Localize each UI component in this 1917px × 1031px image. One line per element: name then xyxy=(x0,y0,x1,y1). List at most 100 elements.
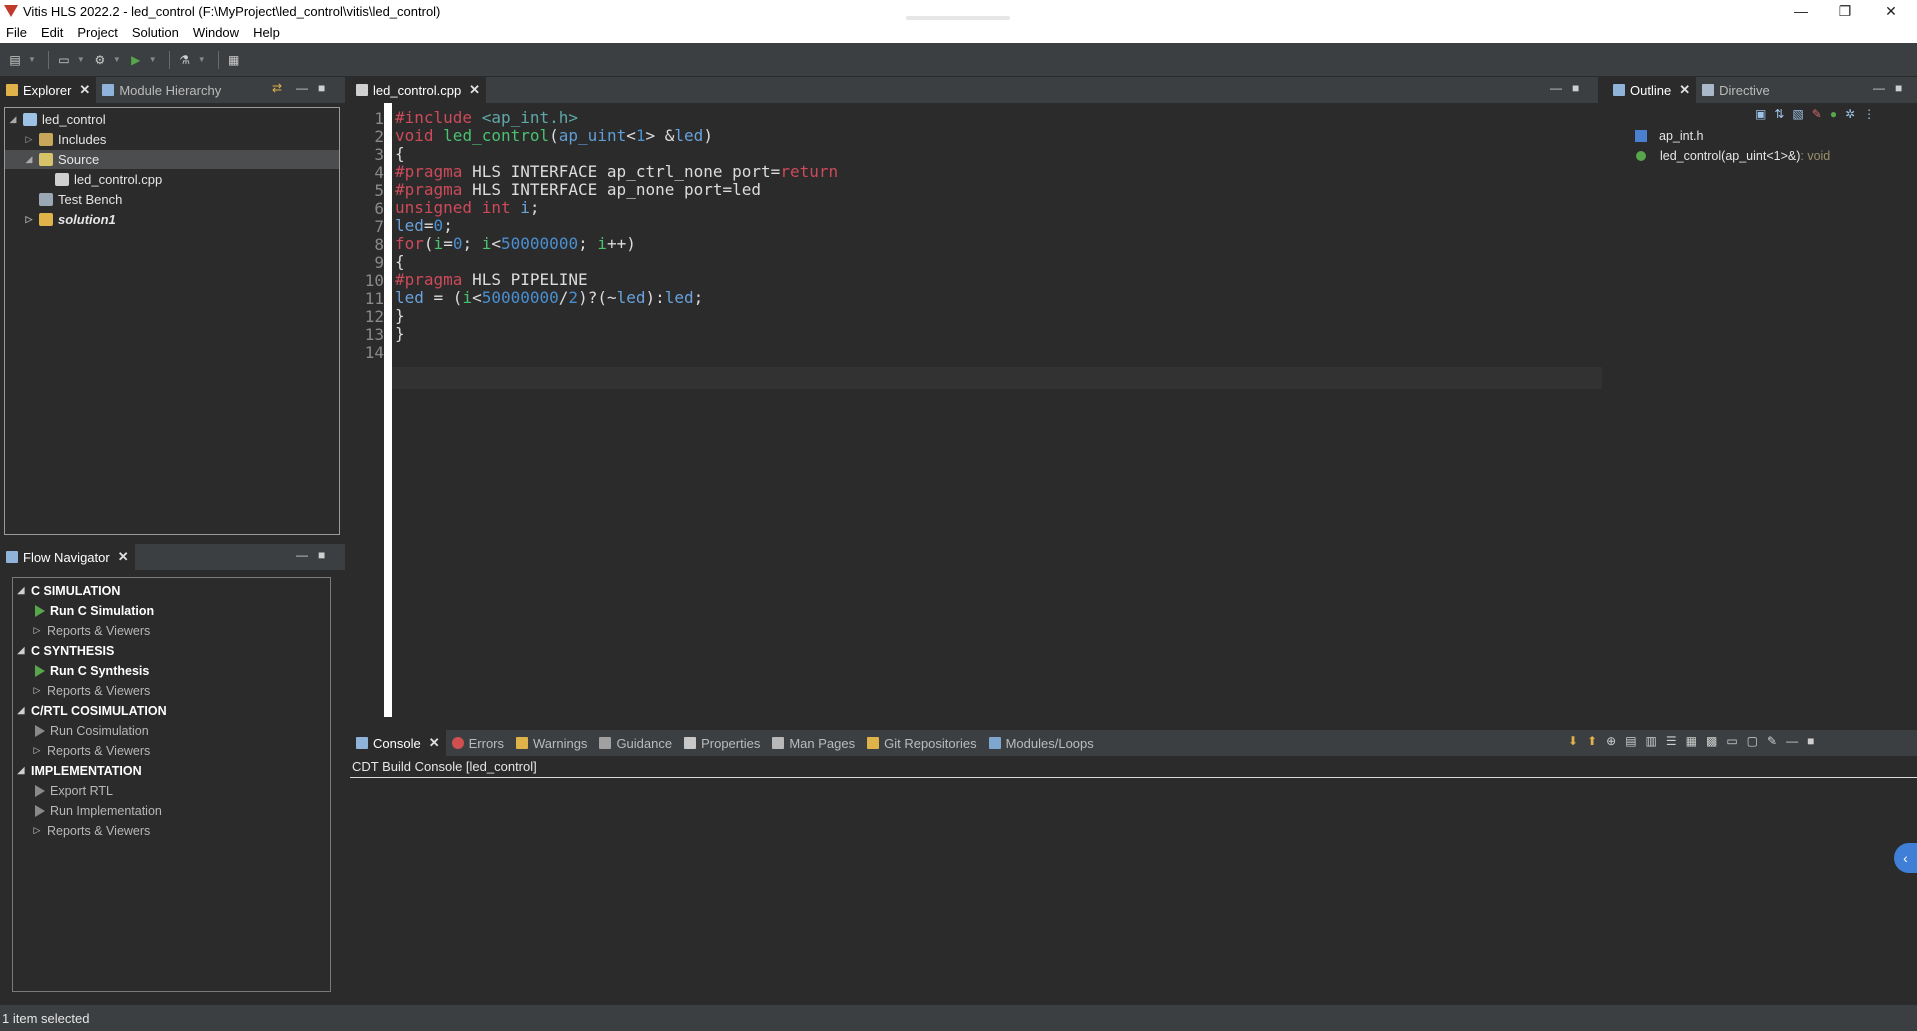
tab-modules-loops[interactable]: Modules/Loops xyxy=(983,730,1100,756)
collapse-arrow-icon[interactable]: ▷ xyxy=(31,685,43,696)
dropdown-arrow-icon[interactable]: ▼ xyxy=(198,55,206,64)
minimize-panel-icon[interactable]: — xyxy=(1786,734,1798,748)
open-console-icon[interactable]: ▩ xyxy=(1706,734,1717,748)
menu-project[interactable]: Project xyxy=(77,25,117,40)
collapse-arrow-icon[interactable]: ▷ xyxy=(31,625,43,636)
scroll-up-icon[interactable]: ⬆ xyxy=(1587,734,1597,748)
menu-help[interactable]: Help xyxy=(253,25,280,40)
hide-nonpublic-icon[interactable]: ● xyxy=(1830,107,1837,121)
dropdown-arrow-icon[interactable]: ▼ xyxy=(149,55,157,64)
restore-button[interactable]: ❐ xyxy=(1823,0,1867,22)
side-collapse-button[interactable]: ‹ xyxy=(1894,843,1917,873)
run-c-simulation-button[interactable]: Run C Simulation xyxy=(35,601,154,620)
close-icon[interactable]: ✕ xyxy=(429,735,440,751)
menu-solution[interactable]: Solution xyxy=(132,25,179,40)
close-icon[interactable]: ✕ xyxy=(1679,82,1690,98)
tab-outline[interactable]: Outline ✕ xyxy=(1607,77,1697,103)
tab-guidance[interactable]: Guidance xyxy=(593,730,678,756)
run-icon[interactable]: ▶ xyxy=(127,51,145,69)
tab-explorer[interactable]: Explorer ✕ xyxy=(0,77,97,103)
dropdown-arrow-icon[interactable]: ▼ xyxy=(28,55,36,64)
tab-module-hierarchy[interactable]: Module Hierarchy xyxy=(96,77,227,103)
open-folder-icon[interactable]: ▭ xyxy=(55,51,73,69)
tree-item-source[interactable]: ◢ Source xyxy=(5,150,339,169)
sort-icon[interactable]: ⇅ xyxy=(1774,107,1784,121)
close-icon[interactable]: ✕ xyxy=(118,549,129,565)
code-area[interactable]: 1 2 3 4 5 6 7 8 9 10 11 12 13 14 #include <ap_int.h> v… xyxy=(350,103,1602,723)
collapse-arrow-icon[interactable]: ▷ xyxy=(31,745,43,756)
flow-reports-csim[interactable]: ▷ Reports & Viewers xyxy=(31,621,151,640)
hide-fields-icon[interactable]: ▧ xyxy=(1792,107,1803,121)
scroll-down-icon[interactable]: ⬇ xyxy=(1568,734,1578,748)
tree-item-testbench[interactable]: Test Bench xyxy=(39,190,122,209)
clear-console-icon[interactable]: ▤ xyxy=(1625,734,1636,748)
tab-flow-navigator[interactable]: Flow Navigator ✕ xyxy=(0,544,135,570)
maximize-panel-icon[interactable]: ■ xyxy=(1572,81,1579,95)
flow-reports-implementation[interactable]: ▷ Reports & Viewers xyxy=(31,821,151,840)
tab-man-pages[interactable]: Man Pages xyxy=(766,730,861,756)
settings-gear-icon[interactable]: ⚙ xyxy=(91,51,109,69)
new-project-icon[interactable]: ▤ xyxy=(6,51,24,69)
close-window-button[interactable]: ✕ xyxy=(1869,0,1913,22)
view-menu-icon[interactable]: ⋮ xyxy=(1863,107,1875,121)
tab-console[interactable]: Console ✕ xyxy=(350,730,446,756)
layout-icon[interactable]: ▦ xyxy=(225,51,243,69)
minimize-panel-icon[interactable]: — xyxy=(1550,81,1562,95)
run-c-synthesis-button[interactable]: Run C Synthesis xyxy=(35,661,149,680)
maximize-panel-icon[interactable]: ■ xyxy=(1895,81,1902,95)
flow-section-cosim[interactable]: ◢ C/RTL COSIMULATION xyxy=(15,701,167,720)
flow-section-csim[interactable]: ◢ C SIMULATION xyxy=(15,581,121,600)
close-icon[interactable]: ✕ xyxy=(469,82,480,98)
export-rtl-button[interactable]: Export RTL xyxy=(35,781,113,800)
display-console-icon[interactable]: ▭ xyxy=(1726,734,1737,748)
collapse-arrow-icon[interactable]: ▷ xyxy=(31,825,43,836)
minimize-panel-icon[interactable]: — xyxy=(1873,81,1885,95)
outline-item-function[interactable]: led_control(ap_uint<1>&) : void xyxy=(1635,147,1830,165)
expand-arrow-icon[interactable]: ◢ xyxy=(15,705,27,716)
tab-warnings[interactable]: Warnings xyxy=(510,730,593,756)
expand-arrow-icon[interactable]: ◢ xyxy=(15,645,27,656)
flow-reports-cosim[interactable]: ▷ Reports & Viewers xyxy=(31,741,151,760)
word-wrap-icon[interactable]: ☰ xyxy=(1666,734,1677,748)
maximize-panel-icon[interactable]: ■ xyxy=(318,81,325,95)
flow-section-implementation[interactable]: ◢ IMPLEMENTATION xyxy=(15,761,142,780)
collapse-arrow-icon[interactable]: ▷ xyxy=(23,214,35,225)
maximize-panel-icon[interactable]: ■ xyxy=(318,548,325,562)
pin-console-icon[interactable]: ⊕ xyxy=(1606,734,1616,748)
close-icon[interactable]: ✕ xyxy=(79,82,90,98)
menu-window[interactable]: Window xyxy=(193,25,239,40)
edit-icon[interactable]: ✎ xyxy=(1767,734,1777,748)
tab-errors[interactable]: Errors xyxy=(446,730,510,756)
maximize-panel-icon[interactable]: ■ xyxy=(1807,734,1814,748)
tree-item-project[interactable]: ◢ led_control xyxy=(7,110,106,129)
scroll-lock-icon[interactable]: ▥ xyxy=(1646,734,1657,748)
expand-arrow-icon[interactable]: ◢ xyxy=(15,585,27,596)
minimize-panel-icon[interactable]: — xyxy=(296,81,308,95)
collapse-arrow-icon[interactable]: ▷ xyxy=(23,134,35,145)
menu-edit[interactable]: Edit xyxy=(41,25,63,40)
tab-led-control-cpp[interactable]: led_control.cpp ✕ xyxy=(350,77,487,103)
flow-section-csynth[interactable]: ◢ C SYNTHESIS xyxy=(15,641,115,660)
tab-git-repositories[interactable]: Git Repositories xyxy=(861,730,982,756)
tab-directive[interactable]: Directive xyxy=(1696,77,1776,103)
tree-item-solution[interactable]: ▷ solution1 xyxy=(23,210,116,229)
flow-reports-csynth[interactable]: ▷ Reports & Viewers xyxy=(31,681,151,700)
link-editor-icon[interactable]: ✲ xyxy=(1845,107,1855,121)
minimize-button[interactable]: — xyxy=(1779,0,1823,22)
debug-icon[interactable]: ⚗ xyxy=(176,51,194,69)
tree-item-includes[interactable]: ▷ Includes xyxy=(23,130,107,149)
sync-icon[interactable]: ⇄ xyxy=(272,81,282,95)
menu-file[interactable]: File xyxy=(6,25,27,40)
outline-item-include[interactable]: ap_int.h xyxy=(1635,127,1703,145)
hide-static-icon[interactable]: ✎ xyxy=(1812,107,1822,121)
tree-item-cpp-file[interactable]: led_control.cpp xyxy=(55,170,162,189)
new-console-icon[interactable]: ▢ xyxy=(1747,734,1758,748)
run-implementation-button[interactable]: Run Implementation xyxy=(35,801,162,820)
collapse-all-icon[interactable]: ▣ xyxy=(1755,107,1766,121)
title-drag-handle[interactable] xyxy=(906,16,1010,20)
expand-arrow-icon[interactable]: ◢ xyxy=(7,114,19,125)
minimize-panel-icon[interactable]: — xyxy=(296,548,308,562)
run-cosimulation-button[interactable]: Run Cosimulation xyxy=(35,721,149,740)
tab-properties[interactable]: Properties xyxy=(678,730,766,756)
show-console-icon[interactable]: ▦ xyxy=(1686,734,1697,748)
